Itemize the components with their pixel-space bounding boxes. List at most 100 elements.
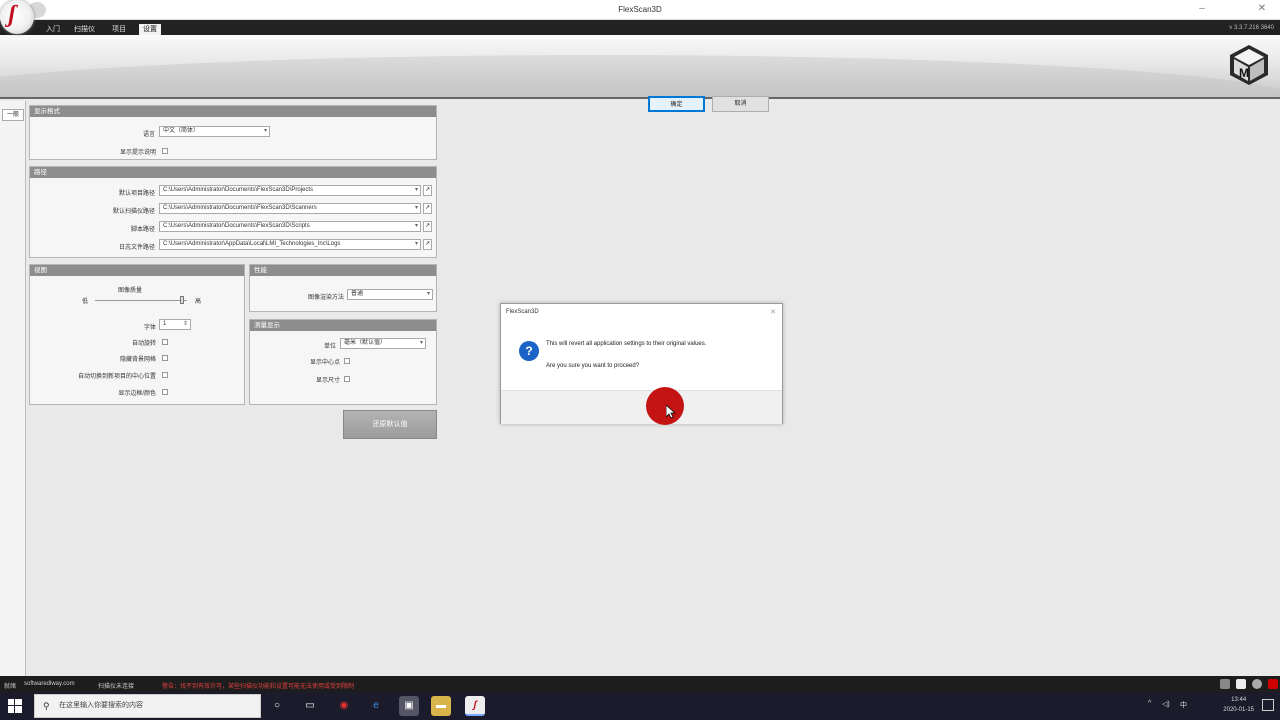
svg-text:M: M: [1239, 66, 1249, 80]
script-path-browse-button[interactable]: ↗: [423, 221, 432, 232]
panel-title: 路径: [30, 167, 436, 178]
render-method-label: 图像渲染方法: [307, 295, 344, 301]
font-size-stepper[interactable]: 1 ⇕: [159, 319, 191, 330]
search-placeholder: 在这里输入你要搜索的内容: [59, 702, 143, 709]
language-label: 语言: [142, 132, 155, 138]
measurement-display-panel: 测量显示: [249, 319, 437, 405]
dialog-close-icon[interactable]: ✕: [770, 308, 776, 316]
script-path-field[interactable]: C:\Users\Administrator\Documents\FlexSca…: [159, 221, 421, 232]
menu-item-project[interactable]: 项目: [108, 24, 130, 35]
menu-bar: 入门 扫描仪 项目 设置 v 3.3.7.216 3640: [0, 20, 1280, 35]
show-border-label: 显示边框/颜色: [118, 391, 156, 397]
stepper-arrows-icon: ⇕: [182, 321, 188, 327]
status-warning: 警告：找不到有效许可，某些扫描仪功能和设置可能无法使用或受到限制: [162, 684, 355, 690]
menu-item-start[interactable]: 入门: [42, 24, 64, 35]
tab-general[interactable]: 一般: [2, 109, 24, 121]
script-path-label: 脚本路径: [130, 227, 155, 233]
dialog-message: This will revert all application setting…: [546, 341, 707, 347]
project-path-label: 默认项目路径: [118, 191, 155, 197]
title-bar: FlexScan3D – ✕: [0, 0, 1280, 20]
notification-icon[interactable]: [1262, 699, 1274, 711]
show-tooltips-checkbox[interactable]: [162, 148, 168, 154]
edge-browser-icon[interactable]: e: [366, 696, 386, 716]
file-explorer-icon[interactable]: ▬: [431, 696, 451, 716]
render-method-select[interactable]: 普通 ▾: [347, 289, 433, 300]
show-border-checkbox[interactable]: [162, 389, 168, 395]
dialog-cancel-button[interactable]: 取消: [712, 96, 769, 112]
volume-icon[interactable]: ◁): [1162, 700, 1170, 708]
app-icon[interactable]: ▣: [399, 696, 419, 716]
chevron-down-icon: ▾: [426, 291, 430, 297]
version-label: v 3.3.7.216 3640: [1229, 25, 1274, 31]
windows-start-icon[interactable]: [8, 699, 22, 713]
close-button[interactable]: ✕: [1250, 3, 1274, 14]
taskbar-clock[interactable]: 13:44 2020-01-15: [1223, 695, 1254, 715]
clock-date: 2020-01-15: [1223, 707, 1254, 713]
log-path-field[interactable]: C:\Users\Administrator\AppData\Local\LMI…: [159, 239, 421, 250]
status-icon-4[interactable]: [1268, 679, 1278, 689]
slider-high-label: 高: [195, 299, 202, 305]
status-bar: 就绪 softwaredlway.com 扫描仪未连接 警告：找不到有效许可，某…: [0, 676, 1280, 692]
search-icon: ⚲: [43, 701, 50, 711]
settings-side-strip: 一般: [0, 101, 26, 676]
show-tooltips-label: 显示提示说明: [119, 150, 156, 156]
show-center-checkbox[interactable]: [344, 358, 350, 364]
confirm-dialog: FlexScan3D ✕ ? This will revert all appl…: [500, 303, 783, 424]
cortana-icon[interactable]: ○: [267, 696, 287, 716]
ime-indicator[interactable]: 中: [1180, 700, 1187, 710]
image-quality-label: 图像质量: [117, 288, 142, 294]
chevron-down-icon: ▾: [414, 187, 418, 193]
status-scanner: 扫描仪未连接: [98, 684, 135, 690]
tray-chevron-icon[interactable]: ^: [1148, 700, 1151, 707]
project-path-browse-button[interactable]: ↗: [423, 185, 432, 196]
panel-title: 性能: [250, 265, 436, 276]
dialog-footer: [501, 390, 782, 424]
status-icon-3[interactable]: [1252, 679, 1262, 689]
task-view-icon[interactable]: ▭: [300, 696, 320, 716]
click-indicator: [646, 387, 684, 425]
question-icon: ?: [519, 341, 539, 361]
scanner-path-label: 默认扫描仪路径: [112, 209, 155, 215]
chevron-down-icon: ▾: [263, 128, 267, 134]
status-icon-1[interactable]: [1220, 679, 1230, 689]
image-quality-slider-track[interactable]: [95, 300, 187, 301]
auto-center-label: 自动切换到新项目的中心位置: [77, 374, 156, 380]
project-path-field[interactable]: C:\Users\Administrator\Documents\FlexSca…: [159, 185, 421, 196]
chevron-down-icon: ▾: [414, 241, 418, 247]
app-logo[interactable]: ʃ: [0, 0, 34, 34]
show-dimensions-checkbox[interactable]: [344, 376, 350, 382]
scanner-path-field[interactable]: C:\Users\Administrator\Documents\FlexSca…: [159, 203, 421, 214]
log-path-label: 日志文件路径: [118, 245, 155, 251]
menu-item-settings[interactable]: 设置: [139, 24, 161, 35]
lmi-cube-icon: M: [1228, 43, 1270, 89]
language-value: 中文（简体）: [163, 128, 200, 134]
render-method-value: 普通: [351, 291, 364, 297]
auto-center-checkbox[interactable]: [162, 372, 168, 378]
dialog-question: Are you sure you want to proceed?: [546, 363, 640, 369]
minimize-button[interactable]: –: [1190, 3, 1214, 14]
auto-rotate-label: 自动旋转: [131, 341, 156, 347]
flexscan-taskbar-icon[interactable]: ʃ: [465, 696, 485, 716]
restore-defaults-button[interactable]: 还原默认值: [343, 410, 437, 439]
log-path-browse-button[interactable]: ↗: [423, 239, 432, 250]
hide-grid-label: 隐藏背景网格: [119, 357, 156, 363]
chevron-down-icon: ▾: [414, 223, 418, 229]
language-select[interactable]: 中文（简体） ▾: [159, 126, 270, 137]
status-icon-2[interactable]: [1236, 679, 1246, 689]
font-size-value: 1: [163, 321, 167, 327]
auto-rotate-checkbox[interactable]: [162, 339, 168, 345]
taskbar-search-input[interactable]: ⚲ 在这里输入你要搜索的内容: [34, 694, 261, 718]
panel-title: 显示格式: [30, 106, 436, 117]
unit-select[interactable]: 毫米（默认值） ▾: [340, 338, 426, 349]
clock-time: 13:44: [1231, 697, 1247, 703]
hide-grid-checkbox[interactable]: [162, 355, 168, 361]
script-path-value: C:\Users\Administrator\Documents\FlexSca…: [163, 223, 310, 229]
dialog-ok-button[interactable]: 确定: [648, 96, 705, 112]
show-center-label: 显示中心点: [309, 360, 340, 366]
scanner-path-browse-button[interactable]: ↗: [423, 203, 432, 214]
menu-item-scanner[interactable]: 扫描仪: [70, 24, 99, 35]
recorder-app-icon[interactable]: ◉: [334, 696, 354, 716]
project-path-value: C:\Users\Administrator\Documents\FlexSca…: [163, 187, 314, 193]
image-quality-slider-thumb[interactable]: [180, 296, 185, 304]
log-path-value: C:\Users\Administrator\AppData\Local\LMI…: [163, 241, 341, 247]
